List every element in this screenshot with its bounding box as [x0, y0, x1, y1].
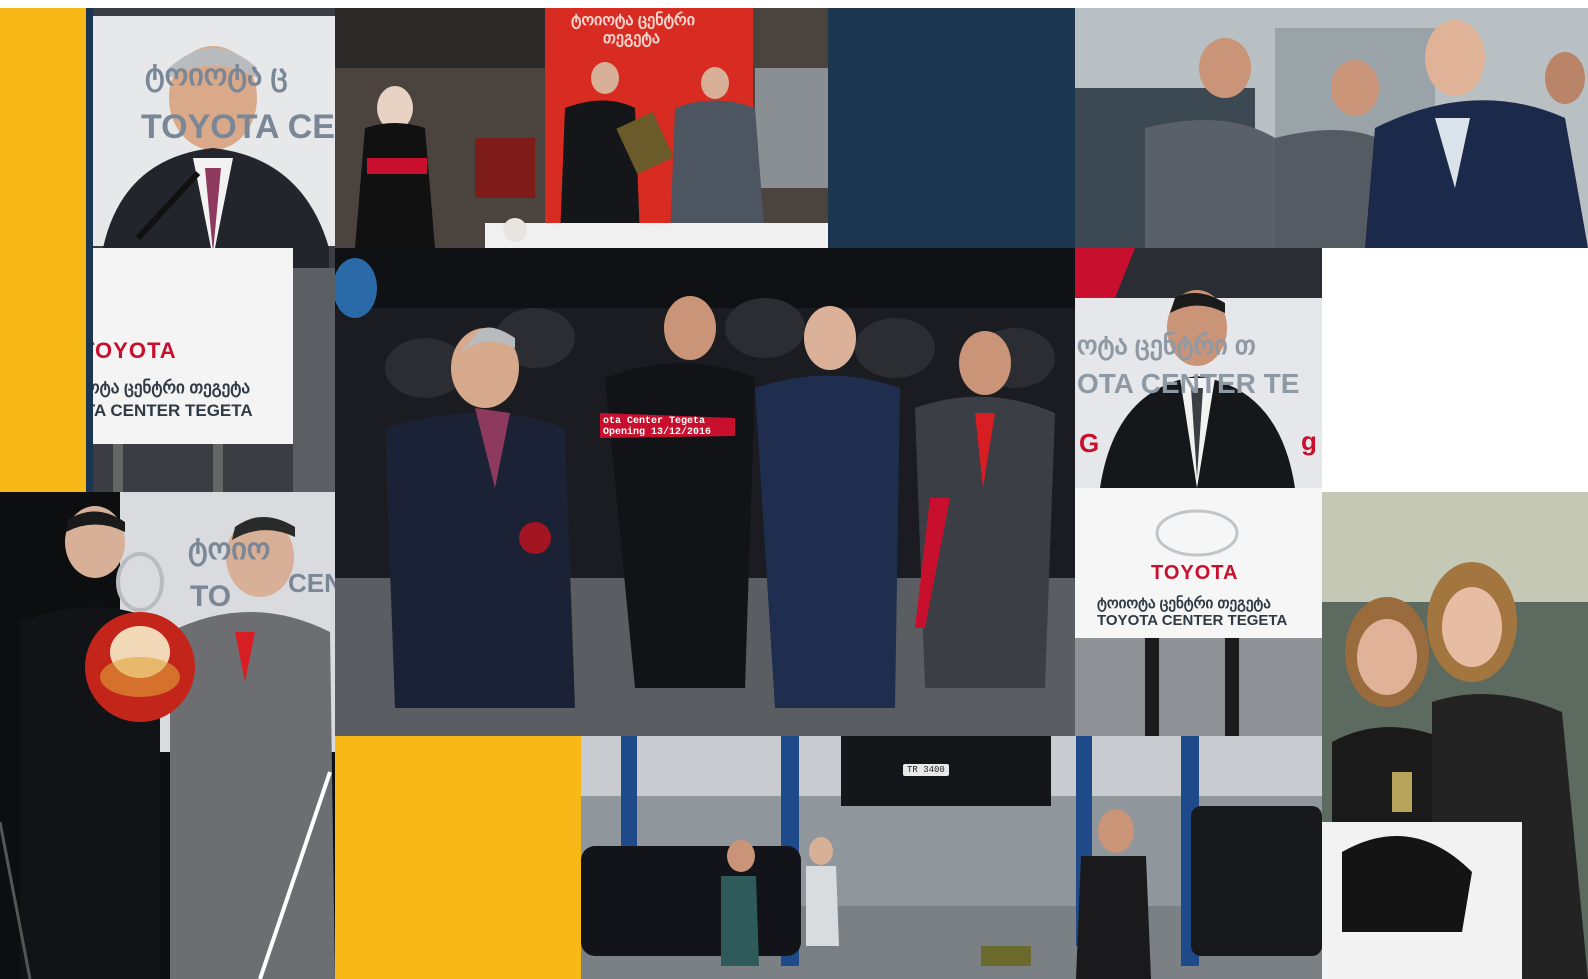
photo-speaker-podium: ტოიოტა ც TOYOTA CE TOYOTA ტოიოტა ცენტრი …: [93, 8, 335, 492]
photo-daruma-gift: ტოიო TO CEN: [0, 492, 335, 979]
podium-brand-text: TOYOTA: [93, 338, 177, 363]
ribbon-cutting-scene: [335, 248, 1075, 736]
yellow-block-top-left: [0, 8, 86, 492]
photo-plaque-handover: ტოიოტა ცენტრი თეგეტა: [335, 8, 828, 248]
ribbon-text: ota Center Tegeta Opening 13/12/2016: [603, 416, 712, 438]
podium-text-georgian: ტოიოტა ცენტრი თეგეტა: [1097, 595, 1271, 612]
yellow-block-bottom: [335, 736, 581, 979]
second-speaker-scene: [1075, 248, 1322, 736]
photo-two-guests: [1322, 492, 1588, 979]
guests-scene: [1322, 492, 1588, 979]
podium-text-latin: TOYOTA CENTER TEGETA: [93, 401, 253, 420]
backdrop-text-georgian: ტოიოტა ც: [145, 59, 288, 92]
backdrop-text-georgian: ტოიო: [188, 533, 271, 566]
backdrop-text-latin: TO: [190, 580, 232, 613]
backdrop-text-georgian: ოტა ცენტრი თ: [1077, 330, 1256, 360]
backdrop-left-letter: G: [1079, 428, 1101, 458]
photo-service-garage: TR 3400: [581, 736, 1322, 979]
navy-divider-strip: [86, 8, 93, 492]
banner-text-line-1: ტოიოტა ცენტრი: [571, 12, 696, 29]
photo-ribbon-cutting: ota Center Tegeta Opening 13/12/2016: [335, 248, 1075, 736]
backdrop-text-latin: TOYOTA CE: [141, 108, 335, 146]
plaque-handover-scene: [335, 8, 828, 248]
daruma-gift-scene: [0, 492, 335, 979]
banner-text-line-2: თეგეტა: [603, 30, 660, 47]
handshake-scene: [1075, 8, 1588, 248]
podium-brand-text: TOYOTA: [1151, 562, 1239, 584]
backdrop-right-letter: g: [1301, 426, 1318, 456]
car-license-plate: TR 3400: [903, 764, 949, 776]
photo-second-speaker-podium: ოტა ცენტრი თ OTA CENTER TE G g TOYOTA ტო…: [1075, 248, 1322, 736]
backdrop-text-center: CEN: [288, 568, 335, 598]
podium-text-georgian: ტოიოტა ცენტრი თეგეტა: [93, 378, 251, 397]
podium-text-latin: TOYOTA CENTER TEGETA: [1097, 612, 1288, 629]
service-garage-scene: [581, 736, 1322, 979]
photo-handshake-mechanics: [1075, 8, 1588, 248]
backdrop-text-latin: OTA CENTER TE: [1077, 368, 1300, 399]
navy-block-top: [828, 8, 1075, 248]
